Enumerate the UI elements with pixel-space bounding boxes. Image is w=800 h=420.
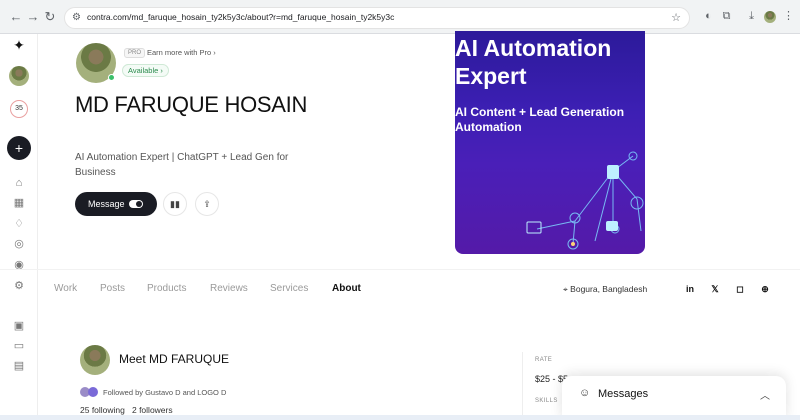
contra-logo-icon[interactable]: ✦ — [10, 36, 28, 54]
tab-about[interactable]: About — [332, 283, 361, 294]
address-bar[interactable]: ⚙ contra.com/md_faruque_hosain_ty2k5y3c/… — [64, 7, 690, 29]
availability-pill[interactable]: Available › — [122, 64, 169, 77]
reload-icon[interactable]: ↻ — [42, 9, 58, 25]
bookmark-star-icon[interactable]: ☆ — [671, 11, 681, 24]
back-arrow-icon[interactable]: ← — [8, 9, 24, 25]
about-heading: Meet MD FARUQUE — [119, 352, 230, 366]
message-button-label: Message — [88, 199, 125, 209]
chevron-up-icon[interactable]: ︿ — [760, 387, 770, 402]
grid-icon[interactable]: ▦ — [10, 194, 28, 212]
map-pin-icon: ⌖ — [563, 284, 568, 294]
messages-title: Messages — [598, 388, 649, 400]
tab-services[interactable]: Services — [270, 283, 308, 294]
bank-icon[interactable]: ⌂ — [10, 174, 28, 192]
linkedin-icon[interactable]: in — [684, 283, 696, 295]
tab-products[interactable]: Products — [147, 283, 186, 294]
tab-reviews[interactable]: Reviews — [210, 283, 248, 294]
following-count[interactable]: 25 following — [80, 405, 125, 415]
tab-posts[interactable]: Posts — [100, 283, 125, 294]
message-button[interactable]: Message — [75, 192, 157, 216]
section-divider — [0, 269, 800, 270]
share-icon[interactable]: ⇪ — [195, 192, 219, 216]
online-status-dot — [108, 74, 115, 81]
tab-work[interactable]: Work — [54, 283, 77, 294]
chevron-right-icon: › — [160, 66, 163, 75]
profile-icon[interactable]: ◉ — [10, 256, 28, 274]
briefcase-icon[interactable]: ▣ — [10, 317, 28, 335]
stats-chart-icon[interactable]: ▮▮ — [163, 192, 187, 216]
toggle-icon — [129, 200, 143, 208]
extensions-puzzle-icon[interactable]: ⧉ — [720, 10, 733, 23]
notification-count-badge[interactable]: 35 — [10, 100, 28, 118]
create-plus-icon[interactable]: + — [7, 136, 31, 160]
pro-badge: PRO — [124, 48, 146, 58]
settings-icon[interactable]: ⚙ — [10, 277, 28, 295]
followed-by-text: Followed by Gustavo D and LOGO D — [103, 388, 227, 397]
follow-counts: 25 following 2 followers — [80, 405, 173, 415]
browser-toolbar: ← → ↻ ⚙ contra.com/md_faruque_hosain_ty2… — [0, 0, 800, 34]
os-taskbar — [0, 415, 800, 420]
extension-icon[interactable]: ◐ — [702, 10, 715, 23]
messages-panel[interactable]: ☺ Messages ︿ — [562, 376, 786, 420]
url-text[interactable]: contra.com/md_faruque_hosain_ty2k5y3c/ab… — [87, 12, 394, 22]
rate-label: RATE — [535, 357, 553, 363]
menu-dots-icon[interactable]: ⋮ — [782, 10, 795, 23]
forward-arrow-icon[interactable]: → — [25, 9, 41, 25]
compass-icon[interactable]: ◎ — [10, 235, 28, 253]
followers-count[interactable]: 2 followers — [132, 405, 173, 415]
instagram-icon[interactable]: ◻ — [734, 283, 746, 295]
browser-profile-avatar[interactable] — [764, 11, 776, 23]
earn-more-link[interactable]: Earn more with Pro › — [147, 48, 216, 57]
profile-name: MD FARUQUE HOSAIN — [75, 92, 308, 117]
globe-icon[interactable]: ⊕ — [759, 283, 771, 295]
bell-icon[interactable]: ♢ — [10, 215, 28, 233]
skills-label: SKILLS — [535, 398, 558, 404]
network-graphic — [526, 151, 644, 250]
app-sidebar: ✦ 35 + ⌂ ▦ ♢ ◎ ◉ ⚙ ▣ ▭ ▤ — [0, 34, 38, 420]
inbox-icon[interactable]: ▤ — [10, 357, 28, 375]
chat-bubble-icon: ☺ — [579, 387, 591, 399]
sidebar-user-avatar[interactable] — [9, 66, 29, 86]
site-settings-icon[interactable]: ⚙ — [72, 12, 84, 24]
profile-tagline: AI Automation Expert | ChatGPT + Lead Ge… — [75, 152, 289, 178]
card-icon[interactable]: ▭ — [10, 337, 28, 355]
x-twitter-icon[interactable]: 𝕏 — [709, 283, 721, 295]
chevron-right-icon: › — [213, 48, 216, 57]
profile-cover-banner: AI Automation Expert AI Content + Lead G… — [455, 31, 645, 254]
location: ⌖ Bogura, Bangladesh — [563, 284, 648, 294]
follower-avatar[interactable] — [88, 387, 98, 397]
download-icon[interactable]: ⤓ — [745, 10, 758, 23]
about-avatar — [80, 345, 110, 375]
